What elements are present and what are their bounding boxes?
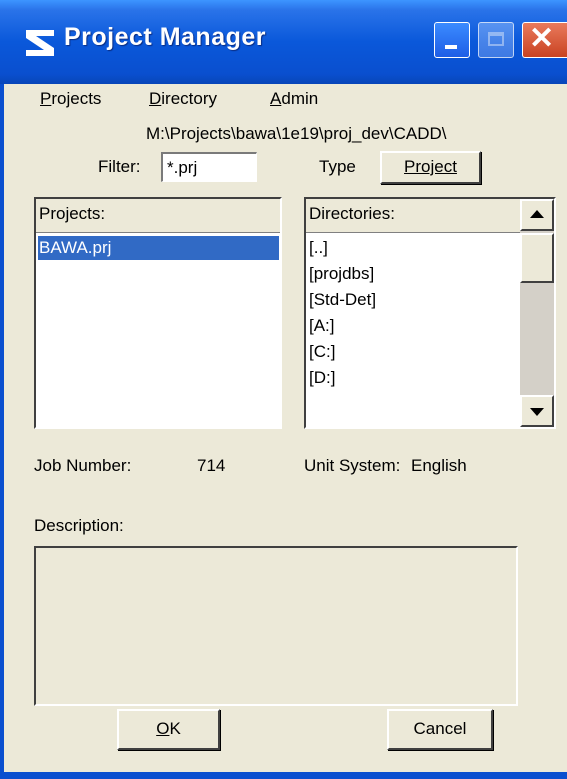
window-frame-left	[0, 84, 4, 779]
list-item[interactable]: [C:]	[308, 340, 335, 364]
projects-list[interactable]: Projects: BAWA.prj	[34, 197, 282, 429]
list-item[interactable]: [A:]	[308, 314, 335, 338]
title-bar[interactable]: Project Manager ✕	[0, 0, 567, 84]
menu-bar: Projects Directory Admin	[0, 84, 567, 114]
job-number-label: Job Number:	[34, 456, 132, 475]
window-frame-bottom	[0, 772, 567, 779]
bentley-logo-icon[interactable]	[20, 22, 60, 62]
directories-list-header: Directories:	[306, 199, 520, 233]
description-label: Description:	[34, 516, 124, 535]
projects-list-header: Projects:	[36, 199, 280, 233]
maximize-icon	[488, 32, 504, 46]
type-project-button[interactable]: Project	[380, 151, 481, 184]
menu-admin[interactable]: Admin	[270, 89, 318, 109]
scroll-down-button[interactable]	[520, 395, 554, 427]
window-title: Project Manager	[64, 23, 267, 51]
list-item[interactable]: [D:]	[308, 366, 335, 390]
close-button[interactable]: ✕	[522, 22, 567, 58]
unit-system-value: English	[411, 456, 467, 475]
directories-scrollbar[interactable]	[520, 199, 554, 427]
filter-input[interactable]	[161, 152, 257, 182]
list-item[interactable]: [..]	[308, 236, 328, 260]
close-icon: ✕	[529, 22, 555, 55]
scroll-up-button[interactable]	[520, 199, 554, 231]
cancel-button[interactable]: Cancel	[387, 709, 493, 750]
project-manager-window: Project Manager ✕ Projects Directory Adm…	[0, 0, 567, 779]
job-number-value: 714	[197, 456, 226, 475]
ok-button[interactable]: OK	[117, 709, 220, 750]
list-item[interactable]: BAWA.prj	[38, 236, 279, 260]
list-item[interactable]: [Std-Det]	[308, 288, 376, 312]
arrow-down-icon	[530, 408, 544, 416]
type-label: Type	[319, 157, 356, 176]
filter-label: Filter:	[98, 157, 141, 176]
minimize-button[interactable]	[434, 22, 470, 58]
directories-list[interactable]: Directories: [..] [projdbs] [Std-Det] [A…	[304, 197, 556, 429]
scroll-thumb[interactable]	[520, 233, 554, 283]
arrow-up-icon	[530, 210, 544, 218]
menu-projects[interactable]: Projects	[40, 89, 101, 109]
list-item[interactable]: [projdbs]	[308, 262, 374, 286]
unit-system-label: Unit System:	[304, 456, 401, 475]
menu-directory[interactable]: Directory	[149, 89, 217, 109]
current-directory-path: M:\Projects\bawa\1e19\proj_dev\CADD\	[146, 124, 447, 143]
minimize-icon	[445, 45, 457, 49]
maximize-button[interactable]	[478, 22, 514, 58]
description-field[interactable]	[34, 546, 518, 706]
